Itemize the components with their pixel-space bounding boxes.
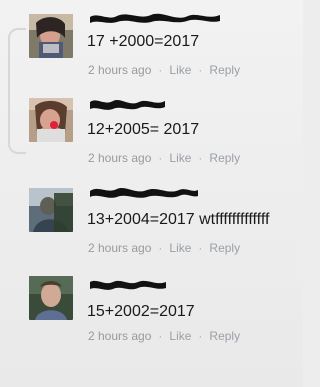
like-button-2[interactable]: Like <box>169 151 191 165</box>
meta-separator-7: · <box>158 329 163 343</box>
avatar-image-4 <box>29 276 73 320</box>
comment-item-4: 15+2002=2017 2 hours ago · Like · Reply <box>0 272 303 352</box>
reply-button-4[interactable]: Reply <box>209 329 240 343</box>
comment-meta-2: 2 hours ago · Like · Reply <box>88 151 240 165</box>
reply-button-2[interactable]: Reply <box>209 151 240 165</box>
name-censor-4 <box>90 276 167 292</box>
comment-thread: 17 +2000=2017 2 hours ago · Like · Reply 12+… <box>0 0 303 387</box>
comment-text-4: 15+2002=2017 <box>87 303 195 320</box>
comment-meta-4: 2 hours ago · Like · Reply <box>88 329 240 343</box>
comment-item-2: 12+2005= 2017 2 hours ago · Like · Reply <box>0 96 303 176</box>
meta-separator-8: · <box>198 329 203 343</box>
name-censor-3 <box>90 184 199 200</box>
meta-separator-6: · <box>198 241 203 255</box>
reply-button-3[interactable]: Reply <box>209 241 240 255</box>
like-button-1[interactable]: Like <box>169 63 191 77</box>
comment-time-2: 2 hours ago <box>88 151 152 165</box>
avatar-2[interactable] <box>29 98 73 142</box>
reply-button-1[interactable]: Reply <box>209 63 240 77</box>
name-censor-1 <box>90 9 221 25</box>
comment-time-4: 2 hours ago <box>88 329 152 343</box>
comment-item-1: 17 +2000=2017 2 hours ago · Like · Reply <box>0 8 303 88</box>
avatar-3[interactable] <box>29 188 73 232</box>
like-button-3[interactable]: Like <box>169 241 191 255</box>
meta-separator-1: · <box>158 63 163 77</box>
comment-meta-1: 2 hours ago · Like · Reply <box>88 63 240 77</box>
meta-separator-3: · <box>158 151 163 165</box>
comment-item-3: 13+2004=2017 wtfffffffffffff 2 hours ago… <box>0 184 303 264</box>
comment-meta-3: 2 hours ago · Like · Reply <box>88 241 240 255</box>
comment-time-3: 2 hours ago <box>88 241 152 255</box>
comment-time-1: 2 hours ago <box>88 63 152 77</box>
avatar-image-3 <box>29 188 73 232</box>
name-censor-2 <box>90 96 166 112</box>
avatar-image-1 <box>29 14 73 58</box>
meta-separator-5: · <box>158 241 163 255</box>
comment-text-2: 12+2005= 2017 <box>87 121 200 138</box>
avatar-4[interactable] <box>29 276 73 320</box>
avatar-image-2 <box>29 98 73 142</box>
comment-text-1: 17 +2000=2017 <box>87 33 200 50</box>
meta-separator-2: · <box>198 63 203 77</box>
like-button-4[interactable]: Like <box>169 329 191 343</box>
avatar-1[interactable] <box>29 14 73 58</box>
comment-text-3: 13+2004=2017 wtfffffffffffff <box>87 211 270 228</box>
meta-separator-4: · <box>198 151 203 165</box>
